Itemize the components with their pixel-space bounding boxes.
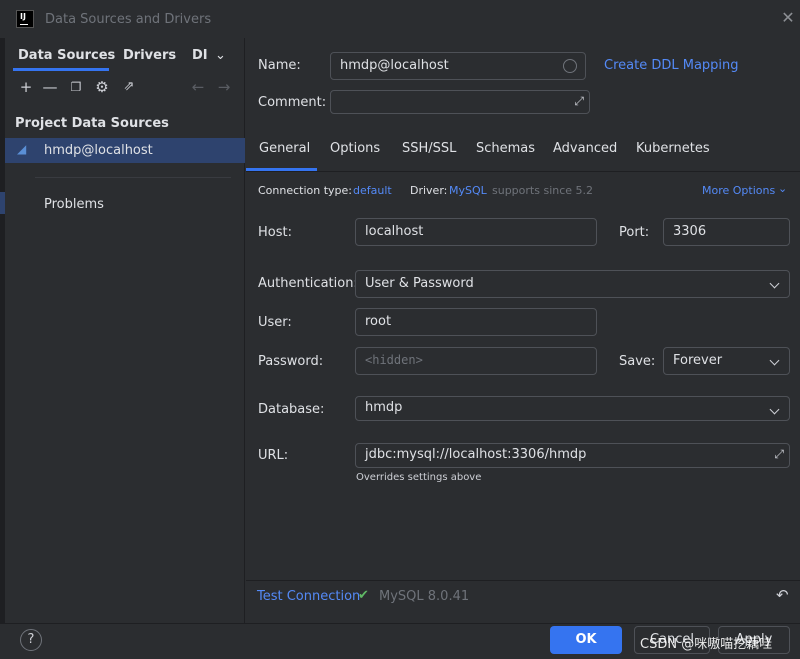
gear-icon[interactable]: ⚙	[91, 76, 113, 98]
help-icon[interactable]: ?	[20, 629, 42, 651]
title-bar: IJ Data Sources and Drivers ✕	[0, 0, 800, 38]
authentication-select[interactable]: User & Password	[355, 270, 790, 298]
url-field[interactable]: jdbc:mysql://localhost:3306/hmdp ⤢	[355, 443, 790, 468]
left-panel: Data Sources Drivers DI ⌄ + — ❐ ⚙ ⇗ ← → …	[5, 38, 245, 623]
name-label: Name:	[258, 58, 301, 73]
test-connection-link[interactable]: Test Connection	[257, 589, 360, 604]
datasource-item[interactable]: ◢ hmdp@localhost	[5, 138, 245, 163]
host-value: localhost	[365, 224, 424, 239]
ok-button[interactable]: OK	[550, 626, 622, 654]
database-label: Database:	[258, 402, 325, 417]
authentication-value: User & Password	[365, 276, 474, 291]
test-row-divider	[246, 580, 800, 581]
tab-advanced[interactable]: Advanced	[553, 141, 617, 156]
tab-kubernetes[interactable]: Kubernetes	[636, 141, 710, 156]
database-value: hmdp	[365, 400, 403, 415]
tab-ddl[interactable]: DI	[192, 48, 208, 63]
more-options-link[interactable]: More Options	[702, 184, 775, 197]
reset-icon[interactable]: ↶	[776, 586, 789, 604]
password-field[interactable]: <hidden>	[355, 347, 597, 375]
success-check-icon: ✔	[358, 588, 369, 603]
tab-general[interactable]: General	[259, 141, 310, 156]
duplicate-icon[interactable]: ❐	[65, 76, 87, 98]
password-label: Password:	[258, 354, 324, 369]
problems-item[interactable]: Problems	[44, 197, 104, 212]
active-tab-indicator	[13, 68, 109, 71]
authentication-label: Authentication:	[258, 276, 358, 291]
back-arrow-icon[interactable]: ←	[187, 76, 209, 98]
user-value: root	[365, 314, 392, 329]
user-field[interactable]: root	[355, 308, 597, 336]
mysql-dolphin-icon: ◢	[17, 142, 27, 156]
left-toolbar: + — ❐ ⚙ ⇗ ← →	[5, 76, 245, 104]
watermark-text: CSDN @咪嗷喵挖藕哇	[640, 637, 773, 652]
driver-link[interactable]: MySQL	[449, 184, 487, 197]
expand-icon[interactable]: ⤢	[774, 447, 784, 462]
comment-label: Comment:	[258, 95, 327, 110]
tab-ssh-ssl[interactable]: SSH/SSL	[402, 141, 456, 156]
left-divider	[35, 177, 231, 178]
url-value: jdbc:mysql://localhost:3306/hmdp	[365, 447, 587, 462]
left-tabs: Data Sources Drivers DI ⌄	[5, 38, 245, 72]
driver-support-note: supports since 5.2	[492, 184, 594, 197]
footer: ? OK Cancel Apply CSDN @咪嗷喵挖藕哇	[0, 623, 800, 659]
window-title: Data Sources and Drivers	[45, 12, 212, 27]
tab-schemas[interactable]: Schemas	[476, 141, 535, 156]
add-icon[interactable]: +	[15, 76, 37, 98]
save-select[interactable]: Forever	[663, 347, 790, 375]
host-label: Host:	[258, 225, 292, 240]
save-label: Save:	[619, 354, 656, 369]
color-circle-icon[interactable]	[563, 59, 577, 73]
right-panel: Name: hmdp@localhost Create DDL Mapping …	[246, 38, 800, 623]
tab-drivers[interactable]: Drivers	[123, 48, 176, 63]
name-value: hmdp@localhost	[340, 58, 449, 73]
create-ddl-mapping-link[interactable]: Create DDL Mapping	[604, 58, 739, 73]
tab-options[interactable]: Options	[330, 141, 380, 156]
tabs-divider	[246, 171, 800, 172]
project-data-sources-title: Project Data Sources	[15, 116, 169, 131]
more-options-chevron-icon[interactable]: ⌄	[778, 182, 787, 195]
open-in-icon[interactable]: ⇗	[118, 76, 140, 98]
test-result: MySQL 8.0.41	[379, 589, 470, 604]
tabs-overflow-chevron-icon[interactable]: ⌄	[215, 48, 226, 63]
connection-type-label: Connection type:	[258, 184, 353, 197]
save-value: Forever	[673, 353, 723, 368]
datasource-label: hmdp@localhost	[44, 143, 153, 158]
host-field[interactable]: localhost	[355, 218, 597, 246]
port-field[interactable]: 3306	[663, 218, 790, 246]
connection-type-link[interactable]: default	[353, 184, 392, 197]
url-label: URL:	[258, 448, 289, 463]
forward-arrow-icon[interactable]: →	[213, 76, 235, 98]
app-icon: IJ	[16, 10, 34, 28]
close-icon[interactable]: ✕	[778, 8, 798, 27]
port-label: Port:	[619, 225, 650, 240]
password-placeholder: <hidden>	[365, 353, 423, 367]
expand-icon[interactable]: ⤢	[574, 94, 584, 109]
comment-field[interactable]: ⤢	[330, 90, 590, 114]
driver-label: Driver:	[410, 184, 448, 197]
tab-data-sources[interactable]: Data Sources	[18, 48, 115, 63]
remove-icon[interactable]: —	[39, 76, 61, 98]
url-note: Overrides settings above	[356, 472, 482, 483]
name-field[interactable]: hmdp@localhost	[330, 52, 586, 80]
port-value: 3306	[673, 224, 707, 239]
user-label: User:	[258, 315, 292, 330]
database-select[interactable]: hmdp	[355, 396, 790, 421]
